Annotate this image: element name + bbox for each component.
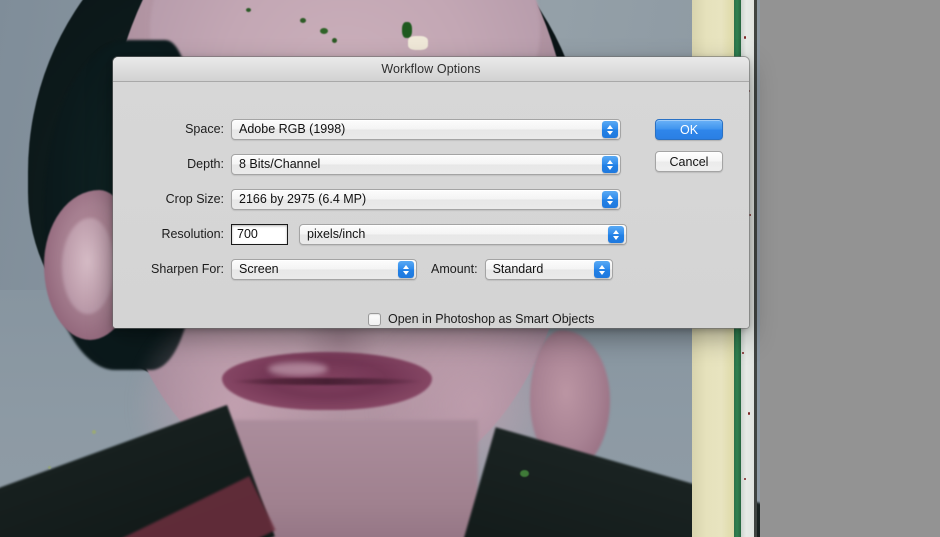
space-dropdown[interactable]: Adobe RGB (1998)	[231, 118, 621, 140]
resolution-label: Resolution:	[161, 227, 224, 241]
amount-label: Amount:	[431, 262, 478, 276]
portrait-ear-left-inner	[62, 218, 114, 314]
portrait-lip-line	[232, 378, 422, 385]
film-edge-dust	[742, 352, 744, 354]
film-speck	[92, 430, 96, 434]
resolution-unit-dropdown[interactable]: pixels/inch	[299, 223, 627, 245]
row-space: Space: Adobe RGB (1998)	[123, 118, 621, 140]
film-edge-dust	[748, 412, 750, 415]
chevron-up-down-icon[interactable]	[608, 226, 624, 243]
resolution-input[interactable]: 700	[231, 223, 288, 245]
film-edge-dark-line	[754, 0, 757, 537]
cancel-button[interactable]: Cancel	[655, 151, 723, 172]
chevron-up-down-icon[interactable]	[602, 191, 618, 208]
row-resolution: Resolution: 700 pixels/inch	[123, 223, 627, 245]
chevron-up-down-icon[interactable]	[602, 121, 618, 138]
film-edge-dust	[749, 214, 751, 216]
sharpen-for-label: Sharpen For:	[151, 262, 224, 276]
row-crop-size: Crop Size: 2166 by 2975 (6.4 MP)	[123, 188, 621, 210]
space-label: Space:	[185, 122, 224, 136]
ok-button[interactable]: OK	[655, 119, 723, 140]
row-depth: Depth: 8 Bits/Channel	[123, 153, 621, 175]
film-speck	[402, 22, 412, 38]
ok-button-label: OK	[679, 122, 699, 137]
film-speck	[332, 38, 337, 43]
amount-value: Standard	[492, 262, 544, 276]
dialog-titlebar[interactable]: Workflow Options	[113, 57, 749, 82]
row-sharpen-for: Sharpen For: Screen Amount: Standard	[123, 258, 613, 280]
resolution-unit-value: pixels/inch	[307, 227, 366, 241]
portrait-lip-highlight	[268, 362, 328, 376]
film-edge-dust	[744, 478, 746, 480]
film-speck	[320, 28, 328, 34]
crop-size-label: Crop Size:	[165, 192, 224, 206]
film-speck	[408, 36, 428, 50]
chevron-up-down-icon[interactable]	[398, 261, 414, 278]
film-speck	[48, 466, 51, 469]
depth-value: 8 Bits/Channel	[239, 157, 321, 171]
depth-dropdown[interactable]: 8 Bits/Channel	[231, 153, 621, 175]
film-speck	[246, 8, 251, 12]
amount-dropdown[interactable]: Standard	[484, 258, 613, 280]
dialog-body: Space: Adobe RGB (1998) Depth: 8 Bits/Ch…	[113, 82, 749, 328]
crop-size-value: 2166 by 2975 (6.4 MP)	[239, 192, 367, 206]
cancel-button-label: Cancel	[669, 154, 709, 169]
sharpen-for-dropdown[interactable]: Screen	[231, 258, 417, 280]
crop-size-dropdown[interactable]: 2166 by 2975 (6.4 MP)	[231, 188, 621, 210]
smart-objects-checkbox-row[interactable]: Open in Photoshop as Smart Objects	[368, 312, 594, 326]
resolution-value: 700	[237, 227, 258, 241]
smart-objects-label: Open in Photoshop as Smart Objects	[388, 312, 595, 326]
workflow-options-dialog[interactable]: Workflow Options Space: Adobe RGB (1998)…	[113, 57, 749, 328]
chevron-up-down-icon[interactable]	[593, 261, 610, 278]
film-speck	[300, 18, 306, 23]
screen: Workflow Options Space: Adobe RGB (1998)…	[0, 0, 940, 537]
chevron-up-down-icon[interactable]	[602, 156, 618, 173]
space-value: Adobe RGB (1998)	[239, 122, 346, 136]
film-speck	[520, 470, 529, 477]
depth-label: Depth:	[187, 157, 224, 171]
sharpen-for-value: Screen	[239, 262, 279, 276]
dialog-title: Workflow Options	[381, 62, 481, 76]
smart-objects-checkbox[interactable]	[368, 312, 381, 326]
film-edge-dust	[744, 36, 746, 39]
